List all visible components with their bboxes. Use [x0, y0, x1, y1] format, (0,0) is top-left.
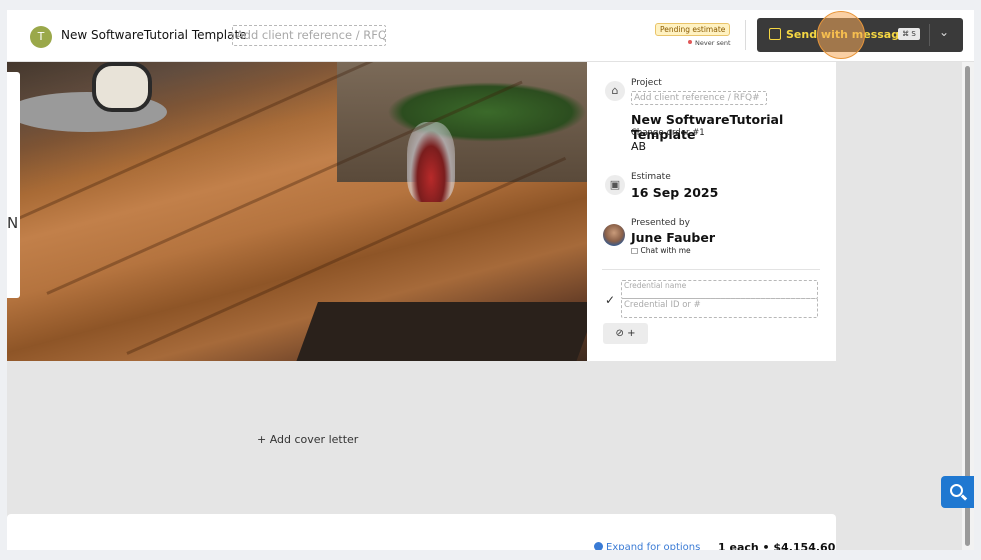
- chat-link[interactable]: □ Chat with me: [631, 246, 691, 255]
- change-order: Change-order #1: [631, 128, 705, 138]
- client-reference-input[interactable]: Add client reference / RFQ#: [232, 25, 386, 46]
- client-initials: AB: [631, 140, 647, 153]
- photo-vase: [407, 122, 455, 202]
- project-label: Project: [631, 78, 662, 88]
- client-reference-field[interactable]: Add client reference / RFQ#: [631, 91, 767, 105]
- credential-icon: ✓: [605, 293, 616, 307]
- expand-icon: [594, 542, 603, 550]
- chat-label: Chat with me: [640, 246, 691, 255]
- page-title: New SoftwareTutorial Template: [61, 28, 247, 42]
- presented-by-label: Presented by: [631, 218, 690, 228]
- top-header: T New SoftwareTutorial Template Add clie…: [7, 10, 974, 62]
- credential-id-input[interactable]: Credential ID or #: [621, 298, 818, 318]
- line-item-card: Expand for options 1 each • $4,154.60: [7, 514, 836, 550]
- button-divider: [929, 24, 930, 46]
- section-divider: [602, 269, 820, 270]
- template-avatar: T: [30, 26, 52, 48]
- estimate-date: 16 Sep 2025: [631, 185, 719, 200]
- scrollbar-thumb[interactable]: [965, 66, 970, 546]
- status-dot-icon: [688, 40, 692, 44]
- status-badge: Pending estimate: [655, 23, 731, 36]
- sent-status: Never sent: [688, 39, 731, 47]
- keyboard-shortcut: ⌘ S: [898, 28, 920, 40]
- project-info-panel: ⌂ Project Add client reference / RFQ# Ne…: [587, 62, 836, 361]
- side-panel-edge: [7, 72, 20, 298]
- presenter-avatar: [603, 224, 625, 246]
- sent-status-text: Never sent: [695, 39, 731, 47]
- expand-label: Expand for options: [606, 542, 701, 550]
- home-icon: ⌂: [605, 81, 625, 101]
- message-icon: [769, 28, 781, 40]
- photo-cabinet: [296, 302, 587, 361]
- estimate-label: Estimate: [631, 172, 671, 182]
- add-credential-button[interactable]: ⊘ +: [603, 323, 648, 344]
- chevron-down-icon[interactable]: ⌄: [939, 25, 949, 39]
- cover-photo: N: [7, 62, 587, 361]
- add-cover-letter-button[interactable]: + Add cover letter: [257, 433, 358, 446]
- price-summary: 1 each • $4,154.60: [718, 541, 836, 550]
- header-divider: [745, 20, 746, 50]
- click-highlight: [817, 11, 865, 59]
- calendar-icon: ▣: [605, 175, 625, 195]
- side-panel-text: N: [7, 214, 19, 232]
- expand-options-link[interactable]: Expand for options: [594, 542, 700, 550]
- presenter-name: June Fauber: [631, 230, 716, 245]
- credential-name-input[interactable]: Credential name: [621, 280, 818, 299]
- zoom-button[interactable]: [941, 476, 974, 508]
- search-zoom-icon-handle: [960, 494, 968, 501]
- photo-decor: [92, 62, 152, 112]
- app-frame: T New SoftwareTutorial Template Add clie…: [7, 10, 974, 550]
